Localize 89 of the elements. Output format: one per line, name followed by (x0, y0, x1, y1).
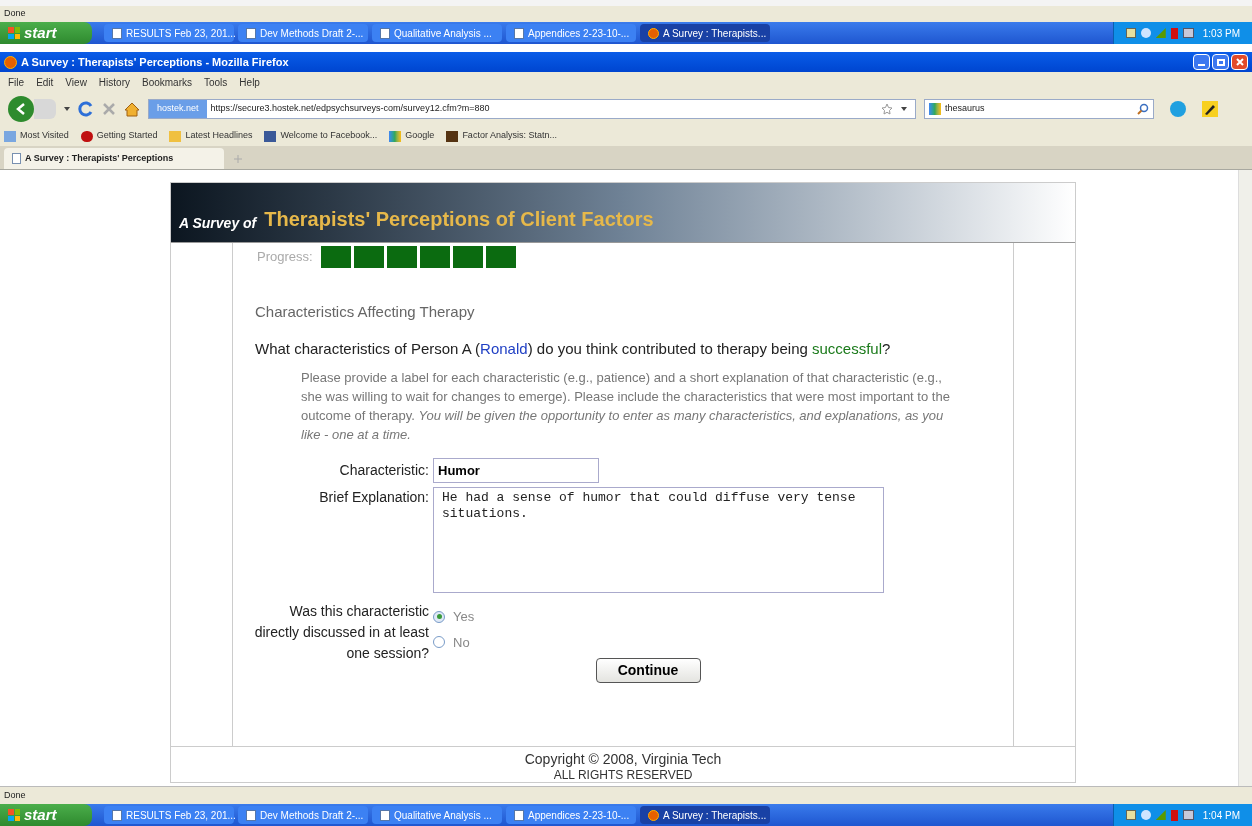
tray-icon[interactable] (1182, 810, 1194, 820)
colored-squares-icon[interactable] (929, 103, 941, 115)
copyright-text: Copyright © 2008, Virginia Tech (524, 751, 722, 768)
bookmark-link[interactable]: Factor Analysis: Statn... (446, 129, 557, 143)
document-icon (514, 809, 524, 821)
pen-icon[interactable] (1202, 101, 1218, 117)
taskbar-button[interactable]: Appendices 2-23-10-... (506, 24, 636, 42)
document-icon (380, 809, 390, 821)
menu-item[interactable]: Tools (204, 74, 228, 90)
document-icon (112, 809, 122, 821)
document-icon (112, 27, 122, 39)
window-title: A Survey : Therapists' Perceptions - Mozilla Firefox (21, 54, 289, 70)
restore-button[interactable] (1212, 54, 1229, 70)
windows-logo-icon (8, 809, 20, 821)
clock: 1:03 PM (1202, 26, 1240, 41)
banner-title: Therapists' Perceptions of Client Factors (264, 207, 654, 232)
status-text: Done (4, 6, 26, 20)
clock: 1:04 PM (1202, 808, 1240, 823)
menu-item[interactable]: File (8, 74, 25, 90)
star-icon[interactable] (881, 103, 893, 115)
taskbar-button[interactable]: A Survey : Therapists... (640, 24, 770, 42)
radio-button[interactable] (433, 636, 445, 649)
close-button[interactable] (1231, 54, 1248, 70)
taskbar-button[interactable]: Dev Methods Draft 2-... (238, 24, 368, 42)
start-button[interactable]: start (0, 804, 92, 826)
tray-icon[interactable] (1182, 28, 1194, 38)
radio-button[interactable] (433, 610, 445, 623)
search-value: thesaurus (945, 102, 985, 116)
home-icon[interactable] (124, 101, 140, 117)
taskbar-button[interactable]: RESULTS Feb 23, 201... (104, 806, 234, 824)
bookmark-link[interactable]: Welcome to Facebook... (264, 129, 378, 143)
start-button[interactable]: start (0, 22, 92, 44)
bookmark-link[interactable]: Getting Started (80, 129, 158, 143)
restore-icon (1216, 58, 1225, 66)
section-heading: Characteristics Affecting Therapy (255, 302, 476, 322)
reload-icon[interactable] (78, 101, 94, 117)
address-field[interactable]: hostek.net https://secure3.hostek.net/edpsychsurveys-com/survey12.cfm?m=880 (148, 99, 916, 119)
menu-item[interactable]: Edit (36, 74, 54, 90)
radio-option[interactable]: Yes (433, 607, 475, 627)
radio-option[interactable]: No (433, 632, 475, 652)
minimize-button[interactable] (1193, 54, 1210, 70)
characteristic-field[interactable]: Humor (433, 458, 599, 483)
field-label: Characteristic: (338, 461, 430, 480)
colored-squares-icon (389, 130, 402, 142)
tray-icon[interactable] (1140, 810, 1151, 820)
explanation-field[interactable]: He had a sense of humor that could diffuse very tense situations. (433, 487, 884, 593)
search-icon[interactable] (1137, 103, 1149, 115)
menu-item[interactable]: Bookmarks (142, 74, 192, 90)
tray-icon[interactable] (1125, 810, 1136, 820)
taskbar-button[interactable]: Qualitative Analysis ... (372, 806, 502, 824)
tray-icon[interactable] (1125, 28, 1136, 38)
stop-icon[interactable] (102, 102, 116, 116)
question-text: What characteristics of Person A (Ronald) do you think contributed to therapy being successful? (255, 338, 892, 359)
menu-item[interactable]: History (98, 74, 130, 90)
scrollbar[interactable] (1238, 170, 1252, 786)
menu-item[interactable]: View (65, 74, 87, 90)
back-button[interactable] (8, 96, 34, 122)
minimize-icon (1198, 64, 1205, 66)
progress-label: Progress: (257, 248, 313, 267)
page-icon (12, 153, 21, 164)
dropdown-caret-icon[interactable] (901, 107, 907, 111)
document-icon (246, 809, 256, 821)
plus-icon (234, 155, 242, 163)
dropdown-caret-icon[interactable] (64, 107, 70, 111)
instructions-text: Please provide a label for each characteristic (e.g., patience) and a short explanation of that characteristic (e.g., she was willing to wait for changes to emerge). Please include the characteristics that were most important to the outcome of therapy. You will be given the opportunity to enter as many characteristics, and explanations, as you like - one at a time. (301, 369, 951, 444)
field-label: Brief Explanation: (318, 488, 430, 507)
taskbar-button[interactable]: Dev Methods Draft 2-... (238, 806, 368, 824)
url-text: https://secure3.hostek.net/edpsychsurveys-com/survey12.cfm?m=880 (210, 102, 490, 116)
bookmark-link[interactable]: Google (389, 129, 435, 143)
status-text: Done (4, 788, 26, 802)
taskbar-button[interactable]: Qualitative Analysis ... (372, 24, 502, 42)
browser-tab[interactable]: A Survey : Therapists' Perceptions (4, 148, 224, 169)
document-icon (514, 27, 524, 39)
rights-text: ALL RIGHTS RESERVED (553, 768, 693, 782)
field-label: Was this characteristic directly discussed in at least one session? (253, 602, 430, 663)
continue-button[interactable]: Continue (595, 658, 701, 683)
search-field[interactable]: thesaurus (924, 99, 1154, 119)
document-icon (380, 27, 390, 39)
banner-subtitle: A Survey of (179, 214, 257, 233)
taskbar-button[interactable]: A Survey : Therapists... (640, 806, 770, 824)
menu-item[interactable]: Help (239, 74, 260, 90)
taskbar-button[interactable]: Appendices 2-23-10-... (506, 806, 636, 824)
tray-icon[interactable] (1140, 28, 1151, 38)
taskbar-button[interactable]: RESULTS Feb 23, 201... (104, 24, 234, 42)
windows-logo-icon (8, 27, 20, 39)
close-icon (1235, 58, 1244, 66)
bookmark-link[interactable]: Latest Headlines (169, 129, 253, 143)
document-icon (246, 27, 256, 39)
bookmark-link[interactable]: Most Visited (4, 129, 69, 143)
